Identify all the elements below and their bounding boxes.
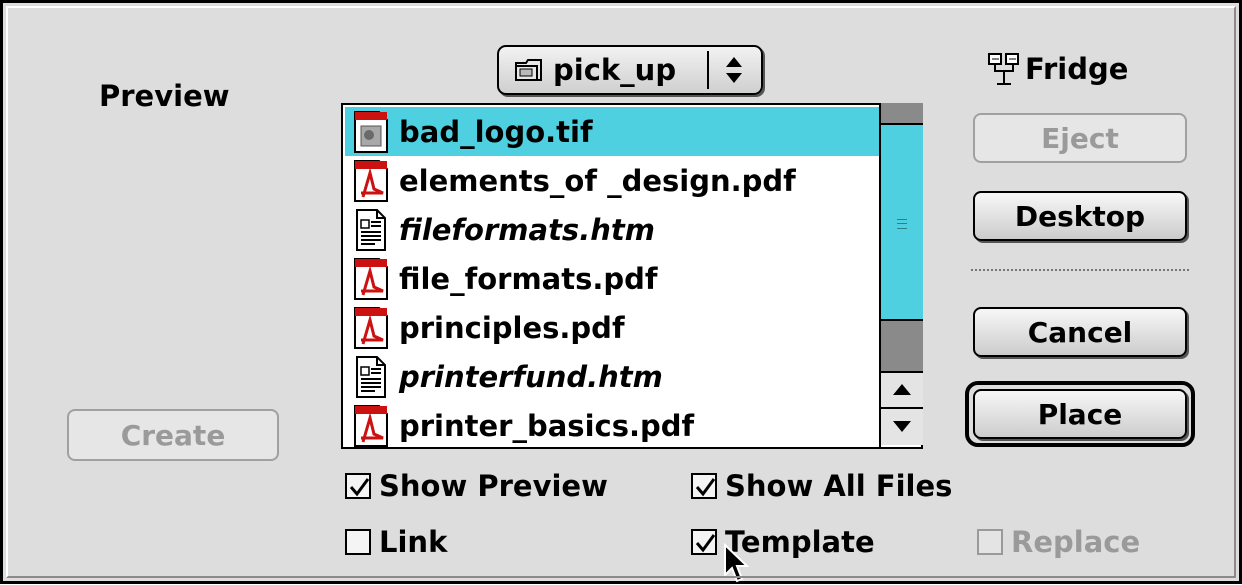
create-button[interactable]: Create — [67, 409, 279, 461]
place-button[interactable]: Place — [973, 389, 1187, 439]
checkbox-label: Show Preview — [379, 469, 608, 503]
file-list[interactable]: bad_logo.tif elements_of _design.pdf fil… — [341, 103, 923, 449]
folder-icon — [515, 59, 542, 81]
file-row-principles[interactable]: principles.pdf — [345, 303, 881, 352]
checkbox-box[interactable] — [345, 529, 371, 555]
checkbox-box[interactable] — [977, 529, 1003, 555]
file-name: bad_logo.tif — [399, 114, 593, 149]
pdf-document-icon — [354, 257, 388, 300]
arrow-down-icon — [893, 421, 911, 432]
cancel-button[interactable]: Cancel — [973, 307, 1187, 357]
file-name: fileformats.htm — [399, 212, 655, 247]
folder-popup-menu[interactable]: pick_up — [497, 45, 763, 95]
checkbox-label: Link — [379, 525, 448, 559]
show-all-files-checkbox[interactable]: Show All Files — [691, 469, 952, 503]
network-volume-icon — [988, 53, 1019, 85]
checkbox-box[interactable] — [345, 473, 371, 499]
file-row-bad-logo[interactable]: bad_logo.tif — [345, 107, 881, 156]
button-separator — [971, 269, 1189, 271]
scroll-track-top[interactable] — [881, 103, 923, 125]
file-name: elements_of _design.pdf — [399, 163, 796, 198]
file-row-printerfund[interactable]: printerfund.htm — [345, 352, 881, 401]
file-row-printer-basics[interactable]: printer_basics.pdf — [345, 401, 881, 450]
volume-name: Fridge — [1025, 52, 1129, 86]
checkmark-icon — [695, 478, 716, 497]
file-list-scrollbar[interactable] — [879, 103, 923, 449]
checkbox-box[interactable] — [691, 473, 717, 499]
mouse-pointer-icon — [724, 543, 750, 583]
folder-name: pick_up — [553, 53, 677, 87]
checkbox-box[interactable] — [691, 529, 717, 555]
file-row-fileformats-htm[interactable]: fileformats.htm — [345, 205, 881, 254]
eject-button[interactable]: Eject — [973, 113, 1187, 163]
pdf-document-icon — [354, 404, 388, 447]
preview-label: Preview — [99, 79, 230, 113]
up-down-arrows-icon — [726, 57, 742, 83]
volume-label: Fridge — [987, 51, 1128, 87]
pdf-document-icon — [354, 159, 388, 202]
scroll-track-bottom[interactable] — [881, 321, 923, 373]
checkbox-label: Show All Files — [725, 469, 953, 503]
grip-icon — [897, 219, 907, 229]
arrow-up-icon — [893, 384, 911, 395]
text-document-icon — [356, 208, 386, 251]
file-name: printer_basics.pdf — [399, 408, 695, 443]
show-preview-checkbox[interactable]: Show Preview — [345, 469, 608, 503]
checkbox-label: Replace — [1011, 525, 1141, 559]
scroll-down-button[interactable] — [881, 409, 923, 445]
pdf-document-icon — [354, 306, 388, 349]
file-name: printerfund.htm — [399, 359, 663, 394]
template-checkbox[interactable]: Template — [691, 525, 875, 559]
tiff-document-icon — [354, 110, 388, 153]
file-name: file_formats.pdf — [399, 261, 658, 296]
file-name: principles.pdf — [399, 310, 625, 345]
checkmark-icon — [695, 534, 716, 553]
replace-checkbox[interactable]: Replace — [977, 525, 1140, 559]
checkmark-icon — [349, 478, 370, 497]
desktop-button[interactable]: Desktop — [973, 191, 1187, 241]
popup-divider — [707, 51, 709, 89]
file-row-elements-of-design[interactable]: elements_of _design.pdf — [345, 156, 881, 205]
link-checkbox[interactable]: Link — [345, 525, 447, 559]
scroll-up-button[interactable] — [881, 373, 923, 409]
place-dialog: Preview pick_up Fridge bad_logo.tif elem… — [0, 0, 1242, 584]
scroll-thumb[interactable] — [881, 125, 923, 321]
text-document-icon — [356, 355, 386, 398]
file-row-file-formats-pdf[interactable]: file_formats.pdf — [345, 254, 881, 303]
